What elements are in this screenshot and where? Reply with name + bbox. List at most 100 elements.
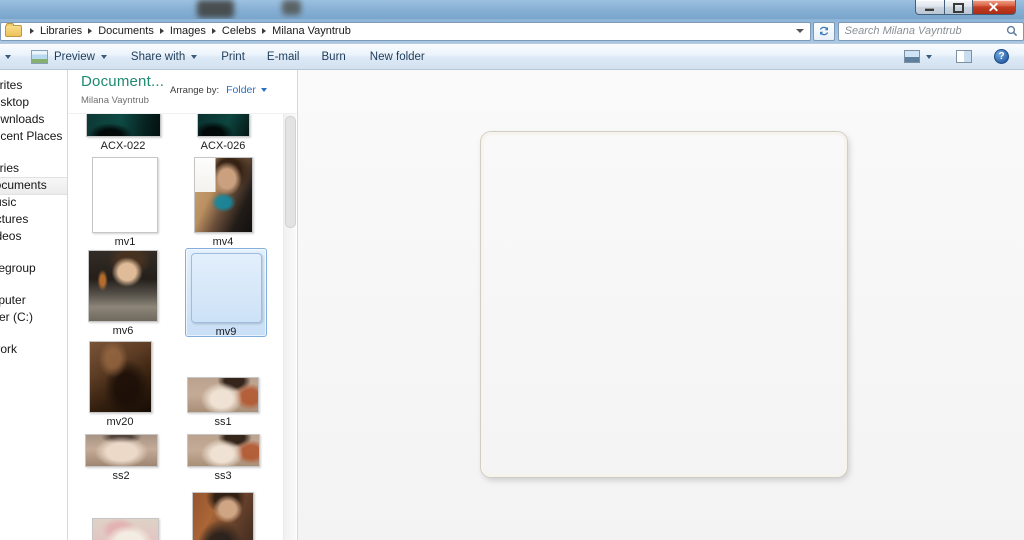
titlebar-reflection bbox=[282, 0, 301, 15]
print-button[interactable]: Print bbox=[215, 48, 251, 66]
search-icon bbox=[1006, 25, 1018, 37]
search-input[interactable] bbox=[839, 25, 1001, 38]
preview-pane-icon bbox=[956, 50, 972, 63]
sidebar-item-favorites[interactable]: Favorites bbox=[0, 78, 22, 93]
file-item[interactable]: mv4 bbox=[178, 157, 268, 248]
address-bar[interactable]: Libraries Documents Images Celebs Milana… bbox=[0, 22, 811, 41]
file-thumbnail[interactable] bbox=[88, 250, 158, 322]
file-name: ss1 bbox=[178, 416, 268, 428]
title-bar[interactable] bbox=[0, 0, 1024, 19]
breadcrumb-item-libraries[interactable]: Libraries bbox=[40, 25, 82, 37]
arrange-by-label: Arrange by: bbox=[170, 85, 219, 96]
preview-icon bbox=[31, 50, 48, 64]
sidebar-item-desktop[interactable]: Desktop bbox=[0, 95, 29, 110]
file-name: mv6 bbox=[78, 325, 168, 337]
file-name: ACX-026 bbox=[178, 140, 268, 152]
change-view-button[interactable] bbox=[899, 47, 937, 66]
library-header: Document... Milana Vayntrub Arrange by: … bbox=[68, 70, 297, 114]
breadcrumb-arrow-icon bbox=[160, 28, 164, 34]
file-thumbnail[interactable] bbox=[86, 113, 161, 137]
file-name: ACX-022 bbox=[78, 140, 168, 152]
breadcrumb-item-images[interactable]: Images bbox=[170, 25, 206, 37]
window-controls bbox=[915, 0, 1016, 15]
file-item[interactable]: ss1 bbox=[178, 377, 268, 428]
preview-button[interactable]: Preview bbox=[25, 47, 113, 67]
breadcrumb-arrow-icon bbox=[30, 28, 34, 34]
sidebar-item-homegroup[interactable]: Homegroup bbox=[0, 261, 36, 276]
main-area: Favorites Desktop Downloads Recent Place… bbox=[0, 70, 1024, 540]
preview-pane bbox=[298, 70, 1024, 540]
breadcrumb-arrow-icon bbox=[88, 28, 92, 34]
chevron-down-icon bbox=[191, 55, 197, 59]
file-item[interactable]: mv6 bbox=[78, 250, 168, 337]
sidebar-item-downloads[interactable]: Downloads bbox=[0, 112, 44, 127]
file-item-selected[interactable]: mv9 bbox=[185, 248, 267, 337]
sidebar-item-local-disk-c[interactable]: Acer (C:) bbox=[0, 310, 33, 325]
help-button[interactable]: ? bbox=[989, 46, 1014, 67]
file-name: mv20 bbox=[78, 416, 162, 428]
maximize-button[interactable] bbox=[945, 0, 973, 15]
views-icon bbox=[904, 50, 920, 63]
file-name: ss2 bbox=[76, 470, 166, 482]
chevron-down-icon bbox=[101, 55, 107, 59]
file-thumbnail[interactable] bbox=[194, 157, 253, 233]
file-thumbnail[interactable] bbox=[89, 341, 152, 413]
sidebar-item-libraries[interactable]: Libraries bbox=[0, 161, 19, 176]
file-thumbnail[interactable] bbox=[85, 434, 158, 467]
address-history-dropdown-arrow[interactable] bbox=[796, 29, 804, 33]
library-subtitle: Milana Vayntrub bbox=[81, 95, 149, 106]
sidebar-item-documents[interactable]: Documents bbox=[0, 177, 68, 195]
arrange-by-dropdown[interactable]: Folder bbox=[226, 84, 256, 96]
file-item[interactable]: mv20 bbox=[78, 341, 162, 428]
toolbar-right-group: ? bbox=[899, 46, 1014, 67]
file-name: mv9 bbox=[186, 326, 266, 338]
file-item[interactable] bbox=[183, 492, 263, 540]
file-thumbnail[interactable] bbox=[197, 113, 250, 137]
preview-image bbox=[481, 132, 847, 477]
navigation-pane: Favorites Desktop Downloads Recent Place… bbox=[0, 70, 68, 540]
vertical-scrollbar[interactable] bbox=[283, 113, 296, 540]
sidebar-item-computer[interactable]: Computer bbox=[0, 293, 26, 308]
file-item[interactable]: mv1 bbox=[80, 157, 170, 248]
maximize-icon bbox=[953, 3, 964, 13]
breadcrumb-item-milana-vayntrub[interactable]: Milana Vayntrub bbox=[272, 25, 351, 37]
library-title: Document... bbox=[81, 73, 164, 90]
explorer-window: Libraries Documents Images Celebs Milana… bbox=[0, 0, 1024, 540]
file-thumbnail[interactable] bbox=[92, 157, 158, 233]
share-with-label: Share with bbox=[131, 51, 185, 63]
file-thumbnail[interactable] bbox=[92, 518, 159, 540]
minimize-button[interactable] bbox=[915, 0, 945, 15]
breadcrumb-item-celebs[interactable]: Celebs bbox=[222, 25, 256, 37]
share-with-button[interactable]: Share with bbox=[125, 48, 203, 66]
command-toolbar: Preview Share with Print E-mail Burn New… bbox=[0, 43, 1024, 70]
file-thumbnail[interactable] bbox=[192, 492, 254, 540]
scrollbar-thumb[interactable] bbox=[285, 116, 296, 228]
search-box[interactable] bbox=[838, 22, 1024, 41]
sidebar-item-recent-places[interactable]: Recent Places bbox=[0, 129, 62, 144]
new-folder-button[interactable]: New folder bbox=[364, 48, 431, 66]
chevron-down-icon bbox=[926, 55, 932, 59]
file-item[interactable]: ACX-022 bbox=[78, 113, 168, 152]
arrange-by-control: Arrange by: Folder bbox=[170, 84, 267, 96]
file-item[interactable]: ACX-026 bbox=[178, 113, 268, 152]
refresh-icon bbox=[818, 25, 830, 37]
file-thumbnail[interactable] bbox=[187, 377, 259, 413]
organize-menu-arrow[interactable] bbox=[5, 55, 11, 59]
file-thumbnail[interactable] bbox=[191, 253, 262, 323]
file-item[interactable] bbox=[80, 518, 170, 540]
sidebar-item-pictures[interactable]: Pictures bbox=[0, 212, 28, 227]
preview-pane-toggle-button[interactable] bbox=[951, 47, 977, 66]
burn-button[interactable]: Burn bbox=[316, 48, 352, 66]
email-button[interactable]: E-mail bbox=[261, 48, 306, 66]
file-item[interactable]: ss3 bbox=[178, 434, 268, 482]
close-button[interactable] bbox=[973, 0, 1016, 15]
file-thumbnail[interactable] bbox=[187, 434, 260, 467]
refresh-button[interactable] bbox=[813, 22, 835, 41]
sidebar-item-music[interactable]: Music bbox=[0, 195, 16, 210]
file-name: ss3 bbox=[178, 470, 268, 482]
sidebar-item-videos[interactable]: Videos bbox=[0, 229, 21, 244]
new-folder-label: New folder bbox=[370, 51, 425, 63]
file-item[interactable]: ss2 bbox=[76, 434, 166, 482]
sidebar-item-network[interactable]: Network bbox=[0, 342, 17, 357]
breadcrumb-item-documents[interactable]: Documents bbox=[98, 25, 154, 37]
